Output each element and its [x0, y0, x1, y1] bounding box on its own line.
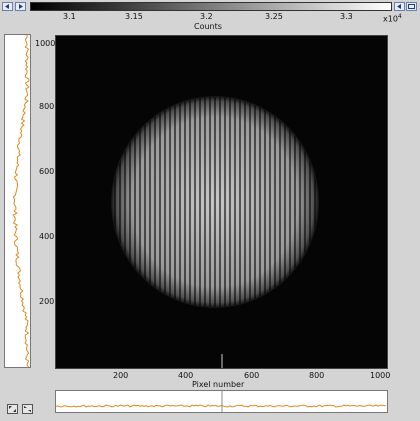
x-tick-label: 800: [309, 371, 325, 380]
colorbar-tick: 3.1: [63, 12, 76, 21]
x-tick-label: 1000: [370, 371, 391, 380]
vertical-profile-panel: [4, 34, 31, 368]
colorbar-tick: 3.2: [200, 12, 213, 21]
fit-button[interactable]: [22, 404, 33, 414]
play-button[interactable]: [15, 2, 26, 11]
play-icon: [19, 4, 23, 9]
interference-image[interactable]: [55, 35, 388, 369]
x-axis-title: Pixel number: [192, 380, 245, 389]
nav-right-button[interactable]: [394, 2, 405, 11]
nav-right-icon: [397, 4, 401, 9]
y-tick-label: 600: [39, 167, 55, 176]
zoom-icon: [9, 406, 16, 412]
vertical-profile-line: [12, 35, 30, 367]
fit-icon: [24, 406, 31, 412]
colorbar-exponent: x104: [383, 13, 402, 24]
y-tick-label: 400: [39, 232, 55, 241]
colorbar-title: Counts: [194, 22, 222, 31]
horizontal-profile-line: [56, 404, 387, 408]
x-tick-label: 600: [244, 371, 260, 380]
y-tick-label: 800: [39, 102, 55, 111]
horizontal-profile-plot: [56, 391, 387, 412]
x-tick-label: 400: [178, 371, 194, 380]
interference-image-canvas: [56, 36, 387, 368]
x-tick-label: 200: [113, 371, 129, 380]
expand-icon: [408, 4, 415, 9]
nav-left-icon: [5, 4, 9, 9]
y-tick-label: 200: [39, 297, 55, 306]
vertical-profile-plot: [12, 35, 30, 367]
expand-button[interactable]: [406, 2, 417, 11]
colorbar-tick: 3.25: [265, 12, 283, 21]
colorbar: [30, 2, 392, 11]
colorbar-exponent-base: x10: [383, 14, 398, 24]
colorbar-tick: 3.3: [340, 12, 353, 21]
zoom-button[interactable]: [7, 404, 18, 414]
colorbar-exponent-power: 4: [397, 13, 402, 20]
nav-left-button[interactable]: [2, 2, 13, 11]
y-tick-label: 1000: [35, 39, 56, 48]
colorbar-tick: 3.15: [125, 12, 143, 21]
horizontal-profile-panel: [55, 390, 388, 413]
